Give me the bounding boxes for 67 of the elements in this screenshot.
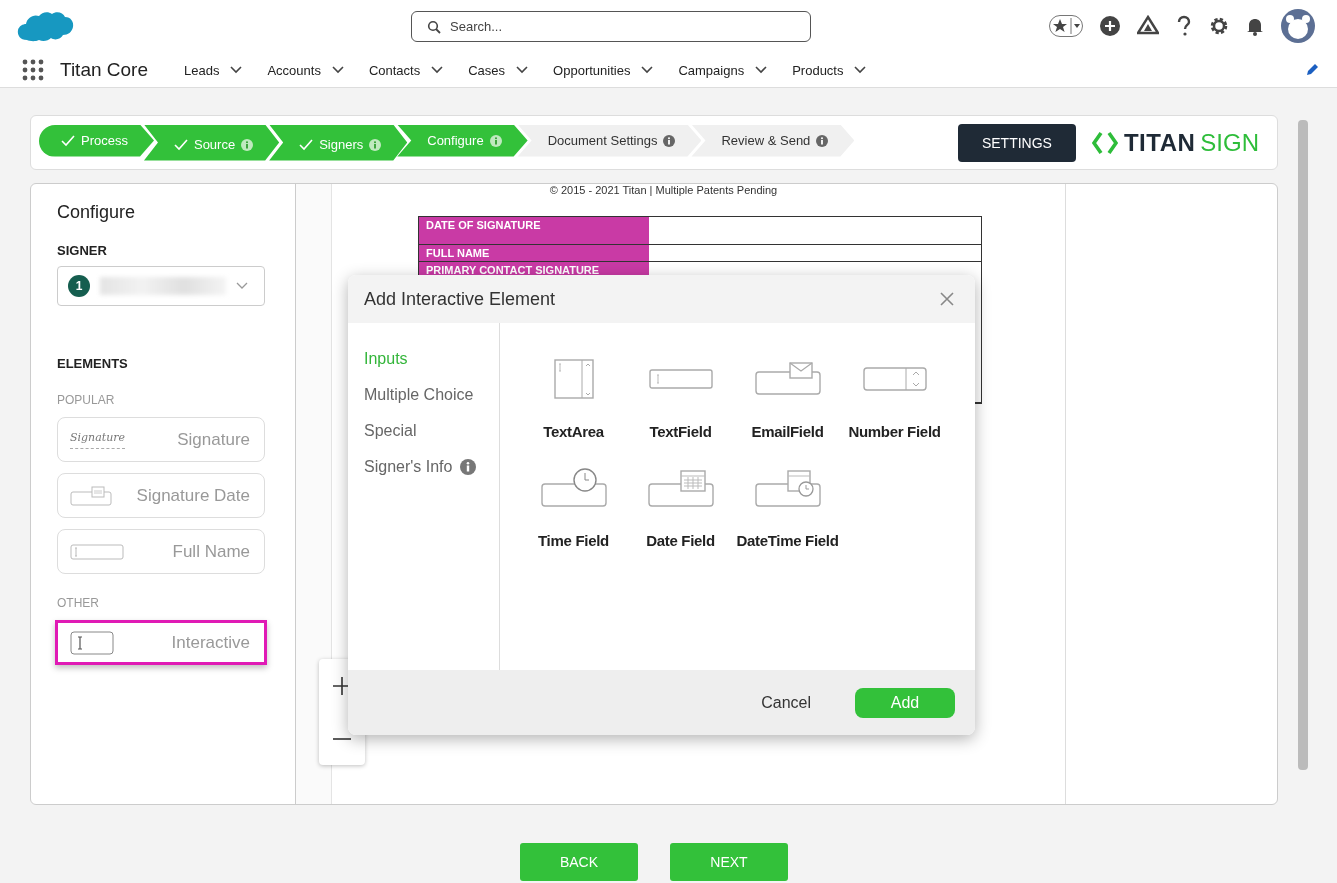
chevron-down-icon[interactable] [640, 65, 655, 75]
avatar-icon[interactable] [1281, 9, 1315, 43]
brand-name: SIGN [1200, 128, 1259, 157]
wizard-step[interactable]: Document Settings [517, 124, 702, 157]
settings-button[interactable]: SETTINGS [957, 123, 1076, 162]
check-icon [299, 138, 314, 151]
check-icon [173, 138, 188, 151]
nav-tab[interactable]: Campaigns [678, 62, 745, 78]
signer-number: 1 [68, 275, 90, 297]
check-icon [61, 134, 75, 147]
nav-tab[interactable]: Accounts [267, 62, 321, 78]
chevron-down-icon[interactable] [515, 65, 530, 75]
element-option[interactable]: Date Field [627, 462, 734, 549]
chevron-down-icon[interactable] [853, 65, 868, 75]
document-footer-text: © 2015 - 2021 Titan | Multiple Patents Pending [548, 184, 779, 196]
group-label: OTHER [57, 596, 100, 610]
settings-icon[interactable] [1209, 16, 1229, 36]
element-option[interactable]: Number Field [841, 353, 948, 440]
nav-tab[interactable]: Products [792, 62, 844, 78]
text-field-icon [70, 543, 124, 560]
favorites-button[interactable] [1049, 15, 1083, 37]
app-launcher-icon[interactable] [22, 59, 44, 81]
search-field[interactable]: Search... [411, 10, 811, 42]
cancel-button[interactable]: Cancel [755, 692, 817, 713]
chevron-down-icon[interactable] [330, 65, 345, 75]
date-field-icon [70, 485, 112, 506]
text-area-icon [553, 359, 594, 399]
section-label: SIGNER [57, 243, 108, 258]
signature-sample: Signature [70, 430, 125, 449]
nav-tab[interactable]: Leads [184, 62, 220, 78]
wizard-step[interactable]: Review & Send [691, 124, 855, 157]
chevron-down-icon[interactable] [754, 65, 769, 75]
nav-tab[interactable]: Cases [468, 62, 506, 78]
nav-tab[interactable]: Contacts [368, 62, 421, 78]
chevron-down-icon[interactable] [229, 65, 244, 75]
calendar-field-icon [647, 468, 714, 508]
chevron-down-icon [236, 282, 248, 290]
text-field-icon [648, 368, 713, 390]
group-label: POPULAR [57, 393, 116, 407]
add-icon[interactable] [1099, 15, 1121, 37]
element-option[interactable]: Time Field [520, 462, 627, 549]
category-tab[interactable]: Signer's Info [364, 458, 453, 476]
nav-tab[interactable]: Opportunities [553, 62, 631, 78]
element-item[interactable]: Signature Signature [57, 417, 265, 462]
panel-title: Configure [57, 202, 137, 223]
tent-icon[interactable] [1137, 15, 1159, 37]
pencil-icon[interactable] [1305, 63, 1319, 77]
close-icon[interactable] [939, 291, 955, 307]
help-icon[interactable] [1175, 15, 1193, 37]
search-icon [427, 19, 441, 34]
calendar-clock-field-icon [754, 468, 821, 508]
email-field-icon [754, 362, 821, 396]
chevrons-logo-icon [1091, 129, 1118, 156]
signer-dropdown[interactable]: 1 [57, 266, 265, 306]
text-field-icon [70, 630, 114, 655]
clock-field-icon [540, 468, 607, 508]
element-option[interactable]: DateTime Field [734, 462, 841, 549]
number-field-icon [862, 366, 927, 392]
app-name: Titan Core [60, 59, 148, 81]
bell-icon[interactable] [1245, 16, 1265, 36]
category-tab[interactable]: Special [364, 422, 417, 440]
chevron-down-icon[interactable] [430, 65, 445, 75]
table-cell: DATE OF SIGNATURE [419, 217, 649, 244]
element-option[interactable]: EmailField [734, 353, 841, 440]
section-label: ELEMENTS [57, 356, 129, 371]
table-cell: FULL NAME [419, 245, 649, 261]
brand-name: TITAN [1123, 128, 1196, 157]
